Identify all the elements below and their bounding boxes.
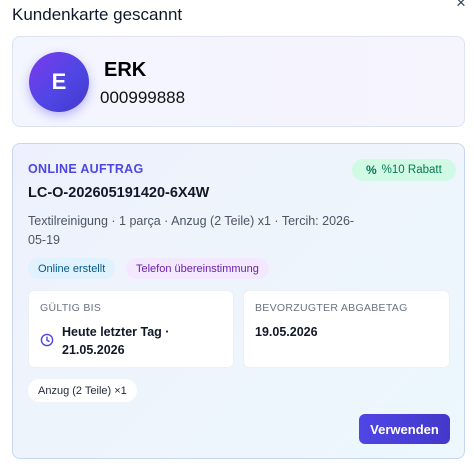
valid-until-box: GÜLTIG BIS Heute letzter Tag · 21.05.202…: [28, 290, 234, 368]
preferred-pickup-box: BEVORZUGTER ABGABETAG 19.05.2026: [243, 290, 450, 368]
customer-number: 000999888: [100, 88, 186, 107]
order-card: ONLINE AUFTRAG % %10 Rabatt LC-O-2026051…: [12, 143, 465, 459]
preferred-pickup-label: BEVORZUGTER ABGABETAG: [255, 302, 408, 314]
order-type-label: ONLINE AUFTRAG: [28, 162, 144, 176]
customer-card: E ERK 000999888: [12, 36, 465, 127]
valid-until-label: GÜLTIG BIS: [40, 302, 102, 314]
order-description: Textilreinigung · 1 parça · Anzug (2 Tei…: [28, 214, 355, 247]
order-id: LC-O-202605191420-6X4W: [28, 185, 210, 201]
discount-label: %10 Rabatt: [381, 164, 442, 176]
item-chip: Anzug (2 Teile) ×1: [28, 379, 137, 402]
discount-badge: % %10 Rabatt: [352, 159, 456, 181]
tag-online-created: Online erstellt: [28, 258, 116, 279]
avatar: E: [29, 52, 89, 112]
valid-until-value: Heute letzter Tag · 21.05.2026: [62, 325, 170, 357]
use-button[interactable]: Verwenden: [359, 414, 450, 444]
modal-title: Kundenkarte gescannt: [12, 5, 183, 24]
clock-icon: [40, 333, 54, 347]
close-icon[interactable]: ×: [456, 0, 466, 11]
percent-icon: %: [366, 163, 377, 177]
customer-name: ERK: [104, 59, 147, 81]
tag-phone-match: Telefon übereinstimmung: [126, 258, 269, 279]
preferred-pickup-value: 19.05.2026: [255, 325, 318, 339]
